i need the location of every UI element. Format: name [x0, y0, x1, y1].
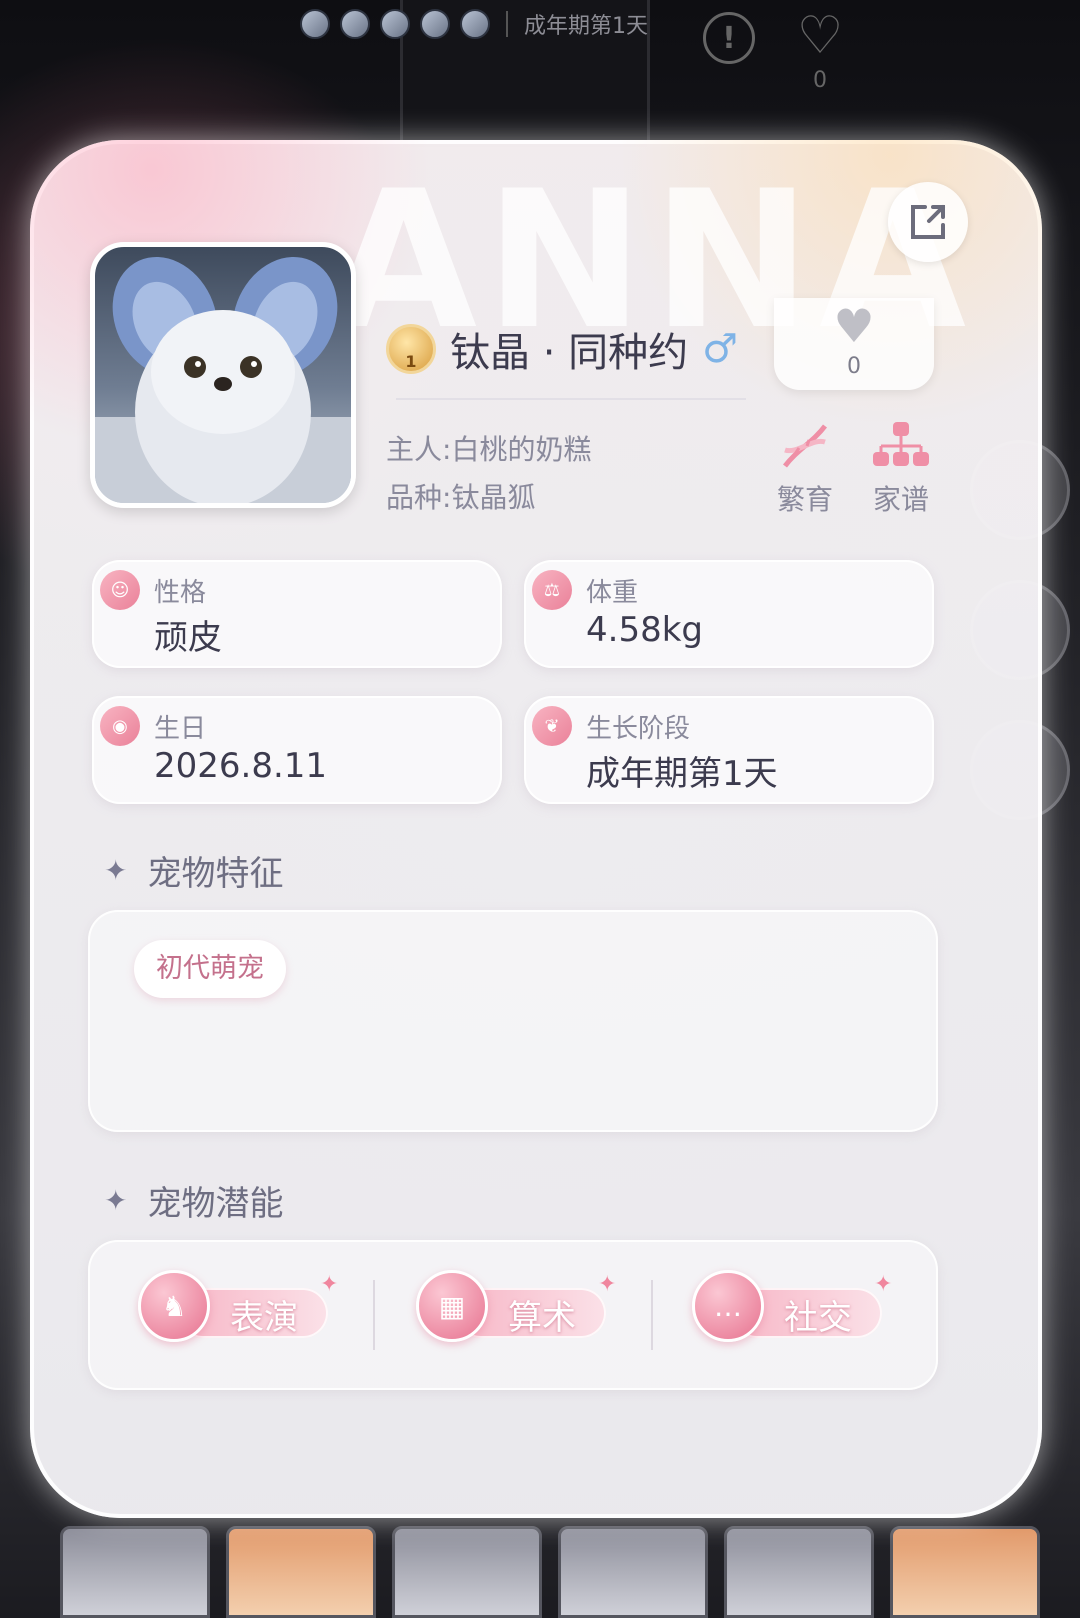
owner-label: 主人: [386, 433, 452, 466]
weight-value: 4.58kg [586, 610, 703, 650]
chat-bubble-icon: … [692, 1270, 764, 1342]
hud-progress-dot [300, 9, 330, 39]
heart-icon: ♥ [833, 299, 875, 353]
hud-progress-dot [460, 9, 490, 39]
male-icon: ♂ [702, 326, 739, 372]
birthday-tile: ◉ 生日 2026.8.11 [92, 696, 502, 804]
scale-icon: ⚖ [532, 570, 572, 610]
hud-stage-text: 成年期第1天 [524, 14, 648, 39]
like-count: 0 [847, 354, 861, 379]
growth-stage-tile: ❦ 生长阶段 成年期第1天 [524, 696, 934, 804]
family-tree-button[interactable]: 家谱 [861, 420, 941, 518]
name-underline [396, 398, 746, 400]
like-button[interactable]: ♥ 0 [774, 298, 934, 390]
sparkle-icon: ✦ [320, 1272, 339, 1297]
breed-button[interactable]: 繁育 [765, 420, 845, 518]
birthday-value: 2026.8.11 [154, 746, 328, 786]
traits-title: 宠物特征 [147, 854, 284, 894]
paw-badge-icon: 1 [386, 324, 436, 374]
personality-label: 性格 [154, 578, 207, 608]
potential-divider [651, 1280, 653, 1350]
breed-label: 繁育 [776, 483, 833, 516]
pet-meta: 主人: 白桃的奶糕 品种: 钛晶狐 [386, 426, 591, 522]
family-tree-icon [873, 422, 929, 466]
potential-arithmetic[interactable]: ▦ 算术 ✦ [416, 1270, 616, 1350]
family-tree-label: 家谱 [872, 483, 929, 516]
potential-social[interactable]: … 社交 ✦ [692, 1270, 892, 1350]
sparkle-icon: ✦ [104, 1184, 128, 1217]
crystal-fox-image [95, 256, 351, 503]
dna-icon [783, 424, 827, 468]
weight-tile: ⚖ 体重 4.58kg [524, 560, 934, 668]
breed-label: 品种: [386, 481, 452, 514]
cake-icon: ◉ [100, 706, 140, 746]
pet-thumbnail[interactable] [60, 1526, 210, 1618]
hud-divider [506, 11, 508, 37]
calculator-icon: ▦ [416, 1270, 488, 1342]
traits-section-title: ✦ 宠物特征 [104, 846, 283, 895]
pet-thumbnail-strip [0, 1526, 1080, 1618]
pet-info-card: ANNA 1 钛晶 · 同种约 ♂ ♥ 0 主人: 白桃的奶糕 品种: 钛晶狐 … [30, 140, 1042, 1518]
growth-stage-value: 成年期第1天 [586, 754, 778, 794]
hud-like-button[interactable]: ♡ 0 [790, 8, 850, 93]
potential-section-title: ✦ 宠物潜能 [104, 1176, 283, 1225]
pet-thumbnail[interactable] [724, 1526, 874, 1618]
potential-label: 社交 [784, 1298, 852, 1338]
pet-name: 钛晶 · 同种约 [450, 330, 689, 376]
owner-value: 白桃的奶糕 [451, 433, 592, 466]
hud-progress-dot [340, 9, 370, 39]
breed-value: 钛晶狐 [451, 481, 536, 514]
potential-label: 算术 [508, 1298, 576, 1338]
leaf-icon: ❦ [532, 706, 572, 746]
pet-name-row: 1 钛晶 · 同种约 ♂ [386, 320, 738, 378]
personality-value: 顽皮 [154, 618, 222, 658]
sparkle-icon: ✦ [598, 1272, 617, 1297]
heart-icon: ♡ [796, 6, 844, 66]
sparkle-icon: ✦ [104, 854, 128, 887]
horse-icon: ♞ [138, 1270, 210, 1342]
potential-divider [373, 1280, 375, 1350]
alert-icon[interactable]: ! [703, 12, 755, 64]
pet-thumbnail[interactable] [392, 1526, 542, 1618]
personality-tile: ☺ 性格 顽皮 [92, 560, 502, 668]
pet-thumbnail[interactable] [226, 1526, 376, 1618]
hud-progress-dot [420, 9, 450, 39]
birthday-label: 生日 [154, 714, 207, 744]
pet-thumbnail[interactable] [890, 1526, 1040, 1618]
share-button[interactable] [888, 182, 968, 262]
share-icon [911, 205, 945, 239]
potential-label: 表演 [230, 1298, 298, 1338]
growth-stage-label: 生长阶段 [586, 714, 691, 744]
weight-label: 体重 [586, 578, 639, 608]
hud-progress-dot [380, 9, 410, 39]
potential-panel: ♞ 表演 ✦ ▦ 算术 ✦ … 社交 ✦ [88, 1240, 938, 1390]
potential-title: 宠物潜能 [147, 1184, 284, 1224]
smile-icon: ☺ [100, 570, 140, 610]
trait-tag[interactable]: 初代萌宠 [134, 940, 286, 998]
traits-panel: 初代萌宠 [88, 910, 938, 1132]
potential-performance[interactable]: ♞ 表演 ✦ [138, 1270, 338, 1350]
sparkle-icon: ✦ [874, 1272, 893, 1297]
pet-avatar[interactable] [90, 242, 356, 508]
hud-like-count: 0 [813, 68, 827, 93]
top-hud: 成年期第1天 [300, 8, 648, 40]
pet-thumbnail[interactable] [558, 1526, 708, 1618]
